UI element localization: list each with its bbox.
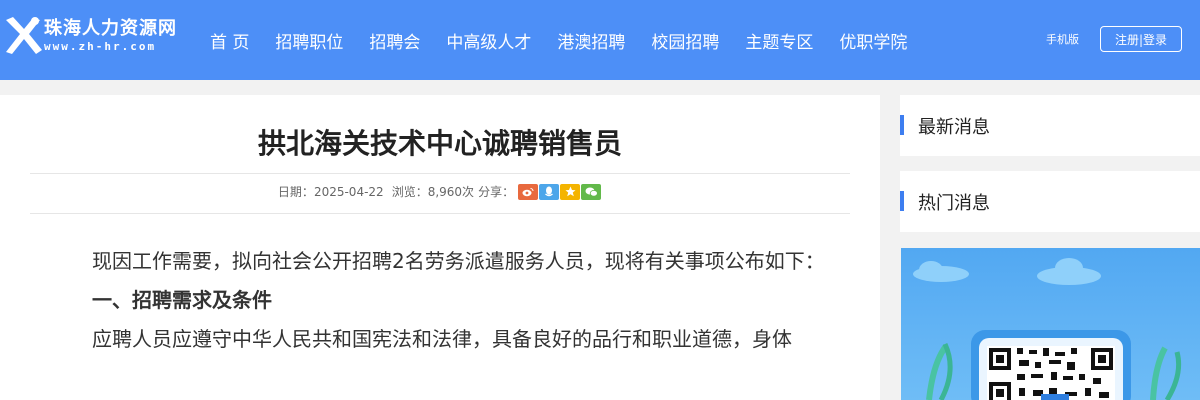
nav-item-academy[interactable]: 优职学院 xyxy=(826,28,920,53)
date-label-group: 日期：2025-04-22 xyxy=(278,183,384,200)
site-logo[interactable]: 珠海人力资源网 www.zh-hr.com xyxy=(0,12,195,62)
nav-item-hk-macau[interactable]: 港澳招聘 xyxy=(544,28,638,53)
weibo-icon[interactable] xyxy=(518,183,539,200)
qq-icon[interactable] xyxy=(539,183,560,200)
wechat-icon[interactable] xyxy=(581,183,602,200)
nav-item-home[interactable]: 首 页 xyxy=(197,28,262,53)
hot-news-box: 热门消息 xyxy=(900,171,1200,232)
qzone-icon[interactable] xyxy=(560,183,581,200)
nav-item-campus[interactable]: 校园招聘 xyxy=(638,28,732,53)
article-title: 拱北海关技术中心诚聘销售员 xyxy=(257,127,622,160)
date-value: 2025-04-22 xyxy=(313,185,384,199)
article-body: 现因工作需要，拟向社会公开招聘2名劳务派遣服务人员，现将有关事项公布如下： 一、… xyxy=(52,242,842,359)
article-meta: 日期：2025-04-22 浏览：8,960次 分享： xyxy=(0,183,880,200)
views-label: 浏览： xyxy=(391,185,428,199)
main-nav: 首 页 招聘职位 招聘会 中高级人才 港澳招聘 校园招聘 主题专区 优职学院 xyxy=(197,0,920,80)
share-icons xyxy=(518,183,602,200)
register-login-button[interactable]: 注册|登录 xyxy=(1100,26,1182,52)
site-url: www.zh-hr.com xyxy=(44,40,157,53)
article-heading-1: 一、招聘需求及条件 xyxy=(92,288,272,312)
nav-item-job-fair[interactable]: 招聘会 xyxy=(356,28,433,53)
nav-item-jobs[interactable]: 招聘职位 xyxy=(262,28,356,53)
article-paragraph-1: 现因工作需要，拟向社会公开招聘2名劳务派遣服务人员，现将有关事项公布如下： xyxy=(92,249,825,273)
article-paragraph-2: 应聘人员应遵守中华人民共和国宪法和法律，具备良好的品行和职业道德，身体 xyxy=(92,327,792,351)
site-name: 珠海人力资源网 xyxy=(44,18,177,39)
views-value: 8,960次 xyxy=(427,185,475,199)
section-accent-bar xyxy=(900,115,904,135)
app-qr-banner[interactable] xyxy=(901,248,1200,400)
views-group: 浏览：8,960次 xyxy=(392,183,474,200)
section-accent-bar xyxy=(900,191,904,211)
mobile-version-link[interactable]: 手机版 xyxy=(1046,31,1079,47)
title-divider xyxy=(30,173,850,174)
meta-divider xyxy=(30,213,850,214)
logo-mark-icon xyxy=(6,17,42,54)
nav-item-topics[interactable]: 主题专区 xyxy=(732,28,826,53)
latest-news-title[interactable]: 最新消息 xyxy=(918,113,990,139)
banner-illustration xyxy=(913,258,1182,400)
hot-news-title[interactable]: 热门消息 xyxy=(918,189,990,215)
latest-news-box: 最新消息 xyxy=(900,95,1200,156)
share-label: 分享： xyxy=(478,185,515,199)
article-panel: 拱北海关技术中心诚聘销售员 日期：2025-04-22 浏览：8,960次 分享… xyxy=(0,95,880,400)
nav-item-senior-talent[interactable]: 中高级人才 xyxy=(433,28,544,53)
top-header: 珠海人力资源网 www.zh-hr.com 首 页 招聘职位 招聘会 中高级人才… xyxy=(0,0,1200,80)
date-label: 日期： xyxy=(277,185,314,199)
